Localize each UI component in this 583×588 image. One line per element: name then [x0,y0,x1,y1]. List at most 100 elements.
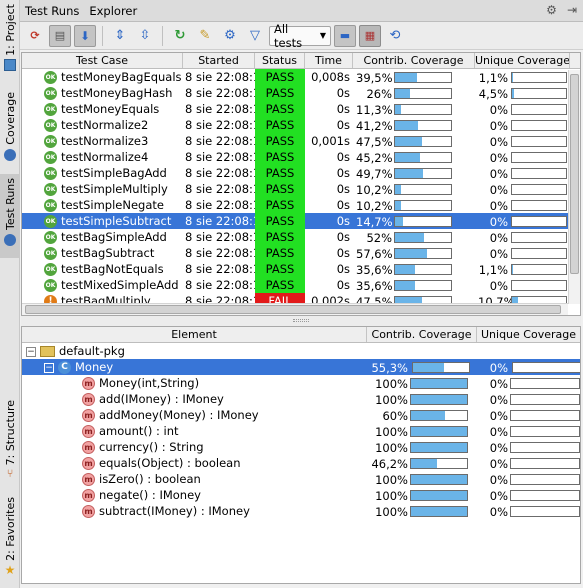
started-cell: 8 sie 22:08:12 [185,70,255,84]
unique-coverage-value: 0% [489,246,508,261]
refresh-icon[interactable]: ↻ [169,25,191,47]
method-row[interactable]: m amount() : int 100% 0% [22,423,580,439]
collapse-class-icon[interactable]: − [44,362,54,373]
column-header-status[interactable]: Status [255,53,305,68]
test-filter-select[interactable]: All tests ▼ [269,22,331,50]
test-row[interactable]: OK testMoneyEquals 8 sie 22:08:12PASS 0s 11,… [22,101,580,117]
method-row[interactable]: m add(IMoney) : IMoney 100% 0% [22,391,580,407]
method-contrib-fill [411,411,445,420]
method-unique-value: 0% [489,376,508,391]
method-row[interactable]: m subtract(IMoney) : IMoney 100% 0% [22,503,580,519]
test-row[interactable]: OK testNormalize3 8 sie 22:08:12PASS 0,001s… [22,133,580,149]
unique-coverage-cell: 0% [475,197,570,213]
collapse-package-icon[interactable]: − [26,346,36,357]
layout-vertical-icon[interactable]: ▦ [359,24,381,47]
unique-coverage-bar [511,136,567,147]
method-icon: m [82,393,95,406]
package-row[interactable]: − default-pkg [22,343,580,359]
method-row[interactable]: m isZero() : boolean 100% 0% [22,471,580,487]
test-passed-icon: OK [44,119,57,132]
test-case-cell: OK testSimpleSubtract [22,213,183,229]
test-case-cell: OK testSimpleMultiply [22,181,183,197]
scrollbar-thumb[interactable] [570,74,579,274]
test-row[interactable]: OK testSimpleBagAdd 8 sie 22:08:12PASS 0s 49… [22,165,580,181]
tool-tab-test-runs[interactable]: Test Runs [0,174,20,258]
tool-tab-project[interactable]: 1: Project [0,4,20,71]
test-runs-vertical-scrollbar[interactable] [568,70,580,304]
test-runs-horizontal-scrollbar[interactable] [22,303,568,315]
column-header-unique-coverage[interactable]: Unique Coverage [477,327,580,342]
method-row[interactable]: m addMoney(Money) : IMoney 60% 0% [22,407,580,423]
test-row[interactable]: OK testBagNotEquals 8 sie 22:08:12PASS 0s 35… [22,261,580,277]
status-badge: PASS [255,69,305,85]
column-header-contrib-coverage[interactable]: Contrib. Coverage [353,53,475,68]
contrib-coverage-value: 10,2% [356,182,393,197]
test-row[interactable]: OK testMoneyBagEquals8 sie 22:08:12PASS 0,… [22,69,580,85]
sort-down-icon[interactable]: ⬇ [74,24,96,47]
column-header-time[interactable]: Time [305,53,353,68]
method-row[interactable]: m Money(int,String) 100% 0% [22,375,580,391]
tab-explorer[interactable]: Explorer [89,4,137,18]
column-header-started[interactable]: Started [183,53,255,68]
started-cell: 8 sie 22:08:12 [185,262,255,276]
method-row[interactable]: m equals(Object) : boolean 46,2% 0% [22,455,580,471]
status-badge: PASS [255,229,305,245]
test-row[interactable]: OK testBagSimpleAdd 8 sie 22:08:12PASS 0s 52… [22,229,580,245]
test-row[interactable]: OK testNormalize4 8 sie 22:08:12PASS 0s 45,2… [22,149,580,165]
collapse-all-icon[interactable]: ⇳ [134,25,156,47]
method-cell: m subtract(IMoney) : IMoney [22,503,367,519]
test-row[interactable]: OK testNormalize2 8 sie 22:08:12PASS 0s 41,2… [22,117,580,133]
column-header-unique-coverage[interactable]: Unique Coverage [475,53,570,68]
layout-horizontal-icon[interactable]: ▬ [334,24,356,47]
gear-icon[interactable]: ⚙ [546,3,557,17]
class-row[interactable]: − C Money 55,3% 0% [22,359,580,375]
tool-tab-favorites[interactable]: 2: Favorites ★ [0,497,20,576]
filter-funnel-icon[interactable]: ▽ [244,25,266,47]
expand-all-icon[interactable]: ⇕ [109,25,131,47]
method-unique-bar [510,426,580,437]
coverage-settings-icon[interactable]: ⚙ [219,25,241,47]
clear-eraser-icon[interactable]: ✎ [194,25,216,47]
tool-tab-coverage[interactable]: Coverage [0,92,20,163]
unique-coverage-bar [511,280,567,291]
test-row[interactable]: OK testSimpleNegate 8 sie 22:08:12PASS 0s 10… [22,197,580,213]
test-passed-icon: OK [44,135,57,148]
method-contrib-fill [411,395,467,404]
method-contrib-value: 46,2% [371,456,408,471]
unique-coverage-cell: 1,1% [475,69,570,85]
toolbar-separator [102,25,103,46]
test-row[interactable]: OK testSimpleSubtract 8 sie 22:08:12PASS 0s… [22,213,580,229]
group-by-suite-icon[interactable]: ▤ [49,24,71,47]
hide-panel-icon[interactable]: ⇥ [567,3,577,17]
status-badge: PASS [255,245,305,261]
test-case-name: testNormalize3 [61,134,149,148]
test-row[interactable]: OK testMixedSimpleAdd 8 sie 22:08:12PASS 0s… [22,277,580,293]
method-name: isZero() : boolean [99,472,201,486]
method-icon: m [82,441,95,454]
toolbar: ⟳ ▤ ⬇ ⇕ ⇳ ↻ ✎ ⚙ ▽ All tests ▼ ▬ ▦ ⟲ [20,22,583,50]
unique-coverage-bar [511,200,567,211]
method-row[interactable]: m negate() : IMoney 100% 0% [22,487,580,503]
test-passed-icon: OK [44,103,57,116]
test-row[interactable]: OK testBagSubtract 8 sie 22:08:12PASS 0s 57,… [22,245,580,261]
rerun-tests-icon[interactable]: ⟳ [24,25,46,47]
test-passed-icon: OK [44,231,57,244]
unique-coverage-bar [511,168,567,179]
column-header-element[interactable]: Element [22,327,367,342]
method-name: negate() : IMoney [99,488,201,502]
panel-splitter[interactable] [21,316,581,326]
column-header-test-case[interactable]: Test Case [22,53,183,68]
test-row[interactable]: OK testMoneyBagHash 8 sie 22:08:12PASS 0s 26… [22,85,580,101]
tool-tab-structure[interactable]: 7: Structure ⑂ [0,400,20,480]
method-row[interactable]: m currency() : String 100% 0% [22,439,580,455]
scrollbar-thumb[interactable] [25,305,561,314]
tab-test-runs[interactable]: Test Runs [25,4,79,18]
column-header-contrib-coverage[interactable]: Contrib. Coverage [367,327,477,342]
test-row[interactable]: OK testSimpleMultiply 8 sie 22:08:12PASS 0s… [22,181,580,197]
contrib-coverage-bar [394,136,452,147]
unique-coverage-value: 0% [489,118,508,133]
method-unique-value: 0% [489,456,508,471]
method-contrib-value: 100% [375,504,408,519]
sync-icon[interactable]: ⟲ [384,25,406,47]
unique-coverage-cell: 0% [475,133,570,149]
